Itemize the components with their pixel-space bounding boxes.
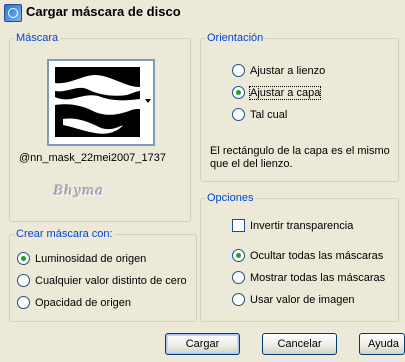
radio-label: Luminosidad de origen: [35, 252, 147, 265]
radio-label: Ocultar todas las máscaras: [250, 249, 384, 262]
options-legend: Opciones: [207, 192, 254, 204]
cancel-button[interactable]: Cancelar: [262, 333, 337, 355]
title-bar: Cargar máscara de disco: [0, 0, 405, 28]
radio-label: Ajustar a capa: [248, 85, 322, 100]
radio-label: Usar valor de imagen: [250, 293, 355, 306]
selected-mask-name: @nn_mask_22mei2007_1737: [19, 152, 166, 164]
radio-label: Mostrar todas las máscaras: [250, 271, 386, 284]
invert-transparency-checkbox[interactable]: Invertir transparencia: [232, 219, 353, 232]
watermark-text: Bhyma: [54, 184, 105, 199]
radio-as-is[interactable]: Tal cual: [232, 108, 287, 121]
mask-group-legend: Máscara: [16, 32, 59, 44]
chevron-down-icon[interactable]: [145, 99, 151, 103]
radio-indicator[interactable]: [232, 64, 245, 77]
help-button[interactable]: Ayuda: [359, 333, 405, 355]
radio-indicator[interactable]: [232, 108, 245, 121]
radio-show-all-masks[interactable]: Mostrar todas las máscaras: [232, 271, 385, 284]
window-title: Cargar máscara de disco: [26, 4, 181, 19]
radio-source-luminance[interactable]: Luminosidad de origen: [17, 252, 146, 265]
radio-label: Opacidad de origen: [35, 296, 132, 309]
radio-fit-canvas[interactable]: Ajustar a lienzo: [232, 64, 325, 77]
radio-fit-layer[interactable]: Ajustar a capa: [232, 85, 322, 100]
create-mask-legend: Crear máscara con:: [16, 228, 113, 240]
radio-indicator[interactable]: [17, 296, 30, 309]
mask-preview-dropdown[interactable]: [47, 59, 155, 146]
checkbox-label: Invertir transparencia: [250, 219, 354, 232]
radio-indicator[interactable]: [232, 249, 245, 262]
radio-indicator[interactable]: [232, 293, 245, 306]
checkbox-indicator[interactable]: [232, 219, 245, 232]
orientation-description: El rectángulo de la capa es el mismo que…: [210, 145, 390, 170]
radio-label: Tal cual: [250, 108, 288, 121]
orientation-legend: Orientación: [207, 32, 264, 44]
radio-label: Cualquier valor distinto de cero: [35, 274, 187, 287]
app-icon: [4, 4, 22, 22]
radio-hide-all-masks[interactable]: Ocultar todas las máscaras: [232, 249, 383, 262]
radio-any-nonzero[interactable]: Cualquier valor distinto de cero: [17, 274, 187, 287]
radio-label: Ajustar a lienzo: [250, 64, 326, 77]
mask-thumbnail: [55, 67, 140, 137]
radio-indicator[interactable]: [17, 274, 30, 287]
radio-use-image-value[interactable]: Usar valor de imagen: [232, 293, 355, 306]
radio-source-opacity[interactable]: Opacidad de origen: [17, 296, 131, 309]
load-button[interactable]: Cargar: [165, 333, 240, 355]
radio-indicator[interactable]: [232, 86, 245, 99]
radio-indicator[interactable]: [232, 271, 245, 284]
radio-indicator[interactable]: [17, 252, 30, 265]
